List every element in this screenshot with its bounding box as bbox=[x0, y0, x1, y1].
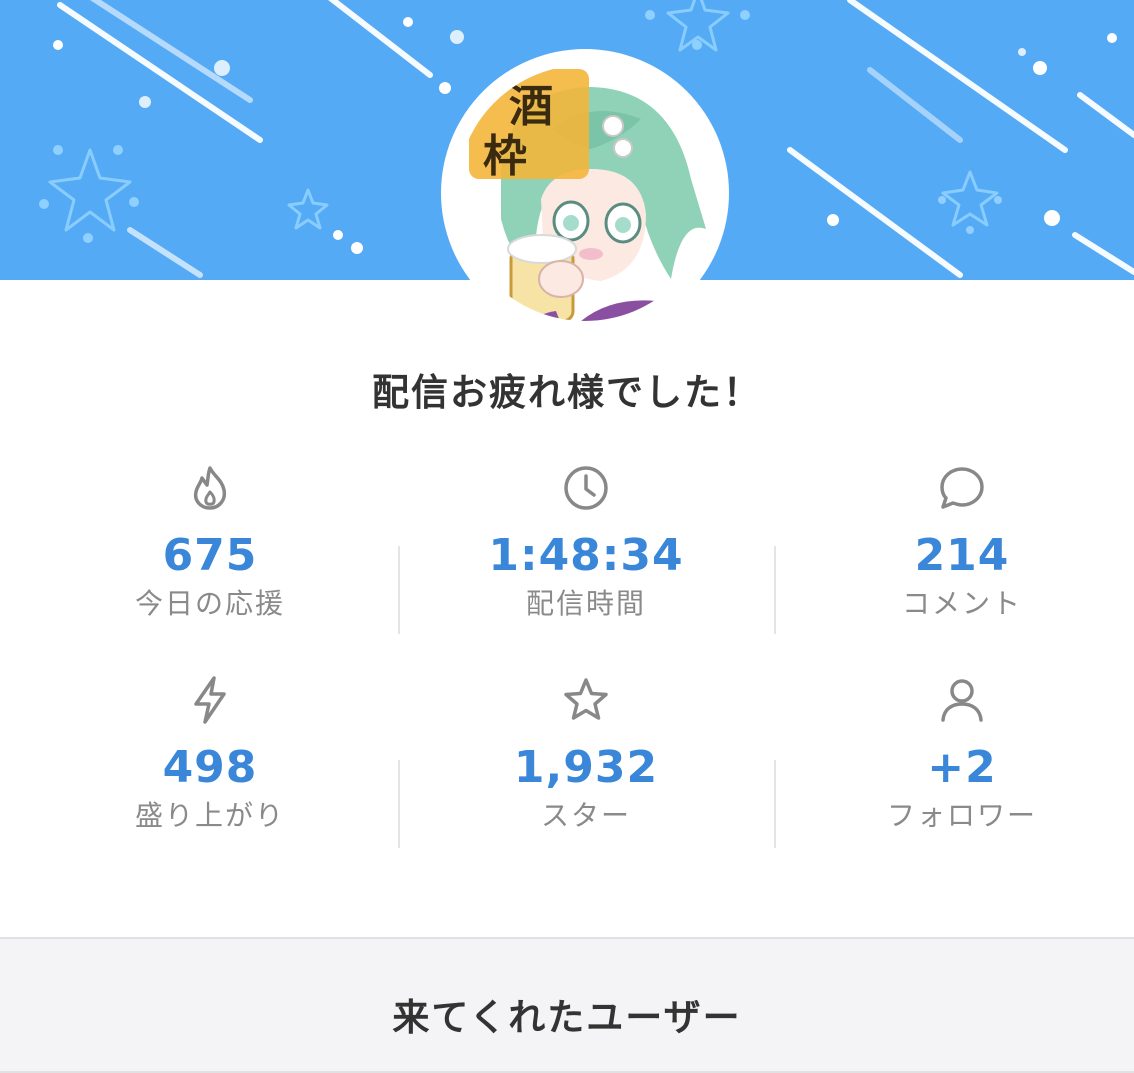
visitors-section-title: 来てくれたユーザー bbox=[392, 996, 742, 1039]
avatar-illustration: 酒 枠 bbox=[455, 63, 715, 323]
stat-label: フォロワー bbox=[886, 799, 1037, 832]
clock-icon bbox=[564, 466, 608, 510]
stream-summary-page: 酒 枠 配信お疲れ様でした！ 675 今日の応援 1:48:34 配信時間 21… bbox=[0, 0, 1134, 1073]
stat-value: +2 bbox=[927, 742, 997, 793]
stat-label: スター bbox=[540, 799, 631, 832]
stat-value: 498 bbox=[162, 742, 258, 793]
streamer-avatar[interactable]: 酒 枠 bbox=[441, 49, 729, 337]
stat-label: 配信時間 bbox=[525, 587, 646, 620]
stat-value: 1:48:34 bbox=[488, 530, 684, 581]
person-icon bbox=[941, 679, 983, 722]
stat-excitement: 498 盛り上がり bbox=[22, 674, 398, 834]
stat-label: コメント bbox=[901, 587, 1022, 620]
stat-followers: +2 フォロワー bbox=[774, 674, 1134, 834]
visitors-section-header[interactable]: 来てくれたユーザー bbox=[0, 937, 1134, 1073]
stat-value: 1,932 bbox=[513, 742, 659, 793]
flame-icon bbox=[193, 466, 227, 510]
star-icon bbox=[564, 678, 608, 720]
stats-row-2: 498 盛り上がり 1,932 スター +2 フォロワー bbox=[22, 674, 1134, 886]
stat-label: 盛り上がり bbox=[134, 799, 285, 832]
stat-value: 214 bbox=[914, 530, 1010, 581]
stat-support: 675 今日の応援 bbox=[22, 462, 398, 622]
avatar-badge-text-bottom: 枠 bbox=[483, 131, 527, 182]
page-title: 配信お疲れ様でした！ bbox=[372, 371, 762, 414]
lightning-icon bbox=[194, 676, 226, 724]
stat-comments: 214 コメント bbox=[774, 462, 1134, 622]
stat-value: 675 bbox=[162, 530, 258, 581]
stat-stream-time: 1:48:34 配信時間 bbox=[398, 462, 774, 622]
stats-row-1: 675 今日の応援 1:48:34 配信時間 214 コメント bbox=[22, 462, 1134, 674]
stat-stars: 1,932 スター bbox=[398, 674, 774, 834]
speech-bubble-icon bbox=[940, 467, 984, 509]
stats-grid: 675 今日の応援 1:48:34 配信時間 214 コメント 498 盛り上が… bbox=[22, 462, 1134, 886]
stat-label: 今日の応援 bbox=[134, 587, 285, 620]
avatar-badge-text-top: 酒 bbox=[509, 81, 553, 132]
